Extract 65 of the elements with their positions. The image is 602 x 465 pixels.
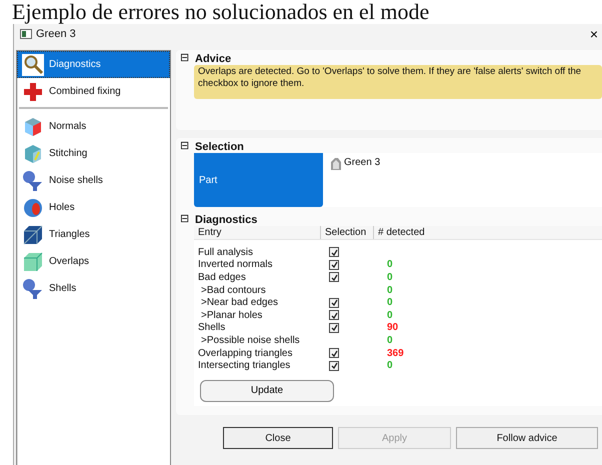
checkbox[interactable] bbox=[329, 260, 339, 270]
part-icon bbox=[329, 157, 343, 171]
dialog-button[interactable]: Follow advice bbox=[456, 427, 598, 449]
sidebar-item[interactable]: Noise shells bbox=[17, 167, 170, 194]
document-caption: Ejemplo de errores no solucionados en el mode bbox=[11, 0, 430, 24]
sidebar-item[interactable]: Stitching bbox=[17, 140, 170, 167]
cube-icon bbox=[23, 116, 43, 136]
funnel-icon bbox=[22, 170, 44, 192]
column-header[interactable]: # detected bbox=[374, 226, 425, 239]
magnifier-icon bbox=[22, 54, 44, 76]
entry-label: Bad edges bbox=[198, 272, 246, 283]
part-name: Green 3 bbox=[344, 157, 380, 168]
sidebar-item[interactable]: Diagnostics bbox=[17, 51, 170, 78]
sidebar-item[interactable]: Triangles bbox=[17, 221, 170, 248]
dialog-button[interactable]: Close bbox=[223, 427, 333, 449]
detected-count: 0 bbox=[387, 334, 393, 346]
part-label: Part bbox=[194, 153, 323, 207]
checkbox[interactable] bbox=[329, 272, 339, 282]
sidebar-item[interactable]: Overlaps bbox=[17, 248, 170, 275]
cube-icon bbox=[23, 144, 43, 164]
entry-label: >Planar holes bbox=[200, 310, 262, 321]
entry-label: Inverted normals bbox=[198, 259, 272, 270]
entry-label: >Near bad edges bbox=[200, 297, 278, 308]
sidebar-item[interactable]: Normals bbox=[17, 113, 170, 140]
detected-count: 0 bbox=[387, 284, 393, 296]
entry-label: Shells bbox=[198, 322, 226, 334]
collapse-icon[interactable]: ⊟ bbox=[180, 53, 189, 64]
sidebar-item[interactable]: Holes bbox=[17, 194, 170, 221]
detected-count: 90 bbox=[387, 322, 398, 334]
collapse-icon[interactable]: ⊟ bbox=[180, 214, 189, 225]
entry-label: >Bad contours bbox=[200, 284, 266, 296]
checkbox[interactable] bbox=[329, 348, 339, 358]
cube-icon bbox=[23, 224, 43, 244]
collapse-icon[interactable]: ⊟ bbox=[180, 141, 189, 152]
detected-count: 0 bbox=[387, 310, 393, 321]
advice-message: Overlaps are detected. Go to 'Overlaps' to solve them. If they are 'false alerts' switch off the checkbox to ignore them. bbox=[194, 65, 602, 99]
column-header[interactable]: Entry bbox=[194, 226, 321, 239]
detected-count: 0 bbox=[387, 272, 393, 283]
detected-count: 0 bbox=[387, 297, 393, 308]
checkbox[interactable] bbox=[329, 247, 339, 258]
sphere-icon bbox=[23, 198, 43, 218]
cube-icon bbox=[23, 252, 43, 272]
window-title: Green 3 bbox=[36, 28, 76, 40]
sidebar-item[interactable]: Combined fixing bbox=[17, 78, 170, 105]
checkbox[interactable] bbox=[329, 360, 339, 371]
checkbox[interactable] bbox=[329, 322, 339, 333]
detected-count: 0 bbox=[387, 259, 393, 270]
close-button[interactable]: × bbox=[586, 27, 602, 41]
update-button[interactable]: Update bbox=[200, 380, 334, 402]
column-header[interactable]: Selection bbox=[321, 226, 374, 239]
section-title: Advice bbox=[195, 52, 232, 64]
checkbox[interactable] bbox=[329, 298, 339, 308]
detected-count: 369 bbox=[387, 348, 404, 359]
plus-icon bbox=[23, 82, 43, 102]
funnel-icon bbox=[22, 278, 44, 300]
sidebar-item[interactable]: Shells bbox=[17, 275, 170, 302]
window-icon bbox=[20, 29, 32, 39]
section-title: Diagnostics bbox=[195, 214, 258, 226]
detected-count: 0 bbox=[387, 360, 393, 372]
checkbox[interactable] bbox=[329, 310, 339, 320]
entry-label: Full analysis bbox=[198, 246, 254, 258]
section-title: Selection bbox=[195, 140, 244, 152]
entry-label: Intersecting triangles bbox=[198, 360, 290, 372]
entry-label: >Possible noise shells bbox=[200, 334, 300, 346]
entry-label: Overlapping triangles bbox=[198, 348, 292, 359]
